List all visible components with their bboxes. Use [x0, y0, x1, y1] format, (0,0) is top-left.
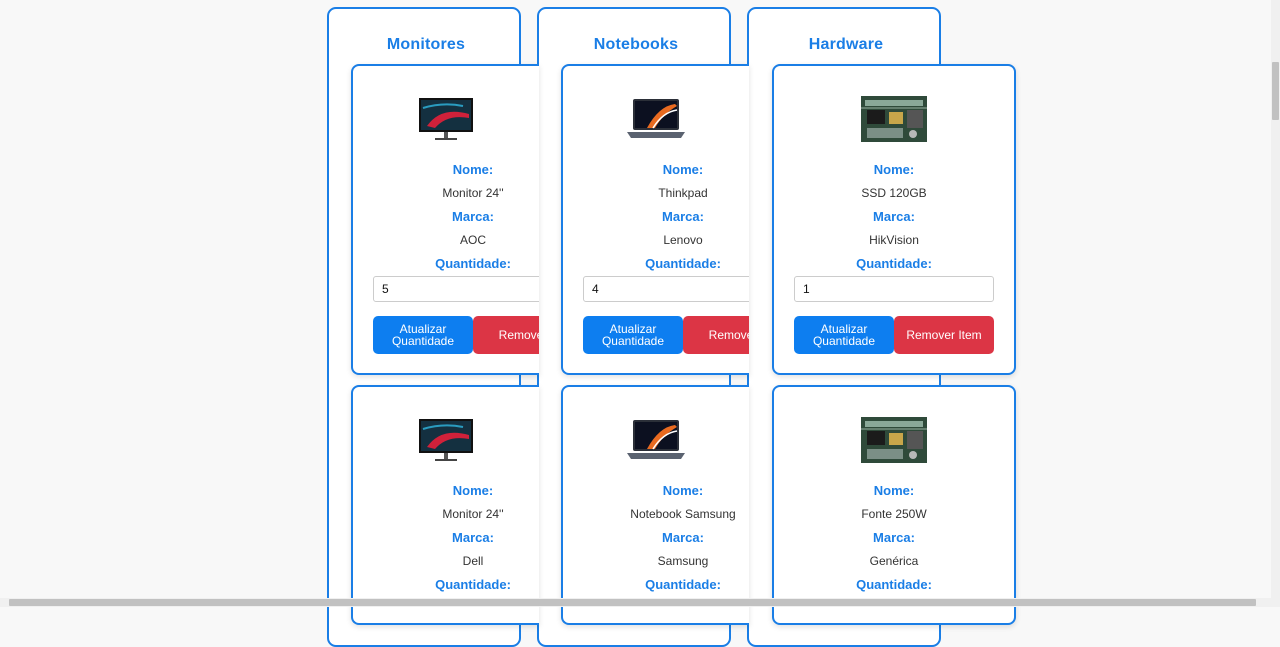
product-card: Nome: Monitor 24'' Marca: Dell Quantidad… — [351, 385, 539, 625]
circuit-board-icon — [861, 417, 927, 463]
quantity-input[interactable] — [373, 276, 539, 302]
name-label: Nome: — [873, 483, 915, 498]
update-quantity-button[interactable]: Atualizar Quantidade — [794, 316, 894, 354]
product-name: SSD 120GB — [861, 186, 927, 200]
product-brand: Genérica — [869, 554, 919, 568]
laptop-icon — [627, 99, 685, 138]
product-card: Nome: SSD 120GB Marca: HikVision Quantid… — [772, 64, 1016, 375]
brand-label: Marca: — [452, 209, 494, 224]
name-label: Nome: — [452, 162, 494, 177]
brand-label: Marca: — [452, 530, 494, 545]
remove-item-button[interactable]: Remover Item — [894, 316, 994, 354]
quantity-label: Quantidade: — [645, 256, 721, 271]
category-title: Notebooks — [593, 36, 679, 53]
product-name: Monitor 24'' — [442, 507, 504, 521]
name-label: Nome: — [662, 162, 704, 177]
product-brand: Lenovo — [663, 233, 703, 247]
product-name: Notebook Samsung — [630, 507, 736, 521]
horizontal-scrollbar-thumb[interactable] — [9, 599, 1256, 606]
product-card: Nome: Thinkpad Marca: Lenovo Quantidade:… — [561, 64, 749, 375]
vertical-scrollbar-thumb[interactable] — [1272, 62, 1279, 120]
brand-label: Marca: — [662, 209, 704, 224]
quantity-label: Quantidade: — [645, 577, 721, 592]
quantity-input[interactable] — [583, 276, 749, 302]
product-name: Monitor 24'' — [442, 186, 504, 200]
remove-item-button[interactable]: Remover — [473, 316, 539, 354]
quantity-label: Quantidade: — [856, 577, 932, 592]
category-title: Hardware — [808, 36, 884, 53]
laptop-icon — [627, 420, 685, 459]
product-card: Nome: Notebook Samsung Marca: Samsung Qu… — [561, 385, 749, 625]
product-brand: Samsung — [657, 554, 709, 568]
brand-label: Marca: — [873, 209, 915, 224]
quantity-label: Quantidade: — [435, 256, 511, 271]
product-brand: AOC — [459, 233, 486, 247]
quantity-label: Quantidade: — [856, 256, 932, 271]
horizontal-scrollbar[interactable] — [0, 598, 1280, 607]
monitor-icon — [419, 98, 473, 140]
name-label: Nome: — [873, 162, 915, 177]
name-label: Nome: — [452, 483, 494, 498]
quantity-label: Quantidade: — [435, 577, 511, 592]
category-title: Monitores — [386, 36, 466, 53]
update-quantity-button[interactable]: Atualizar Quantidade — [373, 316, 473, 354]
quantity-input[interactable] — [794, 276, 994, 302]
product-card: Nome: Monitor 24'' Marca: AOC Quantidade… — [351, 64, 539, 375]
brand-label: Marca: — [662, 530, 704, 545]
monitor-icon — [419, 419, 473, 461]
vertical-scrollbar[interactable] — [1271, 0, 1280, 598]
remove-item-button[interactable]: Remover — [683, 316, 749, 354]
brand-label: Marca: — [873, 530, 915, 545]
circuit-board-icon — [861, 96, 927, 142]
update-quantity-button[interactable]: Atualizar Quantidade — [583, 316, 683, 354]
product-name: Thinkpad — [658, 186, 708, 200]
product-brand: HikVision — [869, 233, 919, 247]
product-name: Fonte 250W — [861, 507, 927, 521]
product-card: Nome: Fonte 250W Marca: Genérica Quantid… — [772, 385, 1016, 625]
product-brand: Dell — [462, 554, 484, 568]
name-label: Nome: — [662, 483, 704, 498]
